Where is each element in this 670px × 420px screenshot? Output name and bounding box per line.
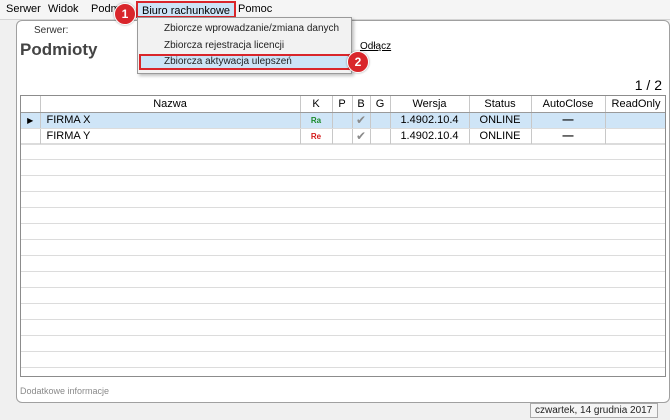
status-date: czwartek, 14 grudnia 2017: [530, 403, 658, 418]
menu-item-bulk-license-registration[interactable]: Zbiorcza rejestracja licencji: [139, 38, 350, 54]
column-header-wersja[interactable]: Wersja: [390, 96, 470, 113]
menu-pomoc[interactable]: Pomoc: [238, 3, 272, 15]
g-cell: [370, 128, 391, 145]
page-counter: 1 / 2: [634, 77, 662, 93]
k-badge: Re: [300, 128, 333, 145]
g-cell: [370, 112, 391, 129]
column-header-autoclose[interactable]: AutoClose: [531, 96, 606, 113]
table-row[interactable]: FIRMA Y Re ✔ 1.4902.10.4 ONLINE —: [21, 128, 665, 145]
autoclose-cell: —: [531, 128, 606, 145]
autoclose-cell: —: [531, 112, 606, 129]
column-header-g[interactable]: G: [370, 96, 391, 113]
status-cell: ONLINE: [469, 128, 532, 145]
check-icon: ✔: [352, 112, 371, 129]
current-row-arrow-icon: ▶: [21, 112, 41, 129]
disconnect-link[interactable]: Odłącz: [360, 41, 391, 52]
menu-item-bulk-upgrade-activation[interactable]: Zbiorcza aktywacja ulepszeń: [139, 54, 350, 70]
additional-info-label: Dodatkowe informacje: [20, 386, 110, 396]
column-header-nazwa[interactable]: Nazwa: [40, 96, 301, 113]
column-header-status[interactable]: Status: [469, 96, 532, 113]
column-header-readonly[interactable]: ReadOnly: [605, 96, 665, 113]
entities-grid: Nazwa K P B G Wersja Status AutoClose Re…: [20, 95, 666, 377]
menu-serwer[interactable]: Serwer: [6, 3, 41, 15]
menu-biuro-rachunkowe[interactable]: Biuro rachunkowe: [136, 1, 237, 18]
status-cell: ONLINE: [469, 112, 532, 129]
page-title: Podmioty: [20, 40, 98, 59]
p-cell: [332, 112, 353, 129]
check-icon: ✔: [352, 128, 371, 145]
row-indicator: [21, 128, 41, 145]
entity-name[interactable]: FIRMA Y: [40, 128, 301, 145]
column-header-k[interactable]: K: [300, 96, 333, 113]
row-indicator-header: [21, 96, 41, 113]
column-header-b[interactable]: B: [352, 96, 371, 113]
version-cell: 1.4902.10.4: [390, 112, 470, 129]
p-cell: [332, 128, 353, 145]
readonly-cell: [605, 128, 665, 145]
readonly-cell: [605, 112, 665, 129]
k-badge: Ra: [300, 112, 333, 129]
callout-badge-1: 1: [114, 3, 136, 25]
table-row[interactable]: ▶ FIRMA X Ra ✔ 1.4902.10.4 ONLINE —: [21, 112, 665, 129]
menu-widok[interactable]: Widok: [48, 3, 79, 15]
callout-badge-2: 2: [347, 51, 369, 73]
entity-name[interactable]: FIRMA X: [40, 112, 301, 129]
version-cell: 1.4902.10.4: [390, 128, 470, 145]
grid-header-row: Nazwa K P B G Wersja Status AutoClose Re…: [21, 96, 665, 113]
menu-item-bulk-data-entry[interactable]: Zbiorcze wprowadzanie/zmiana danych: [139, 21, 350, 37]
column-header-p[interactable]: P: [332, 96, 353, 113]
biuro-rachunkowe-dropdown: Zbiorcze wprowadzanie/zmiana danych Zbio…: [137, 17, 352, 74]
server-label: Serwer:: [34, 25, 69, 36]
